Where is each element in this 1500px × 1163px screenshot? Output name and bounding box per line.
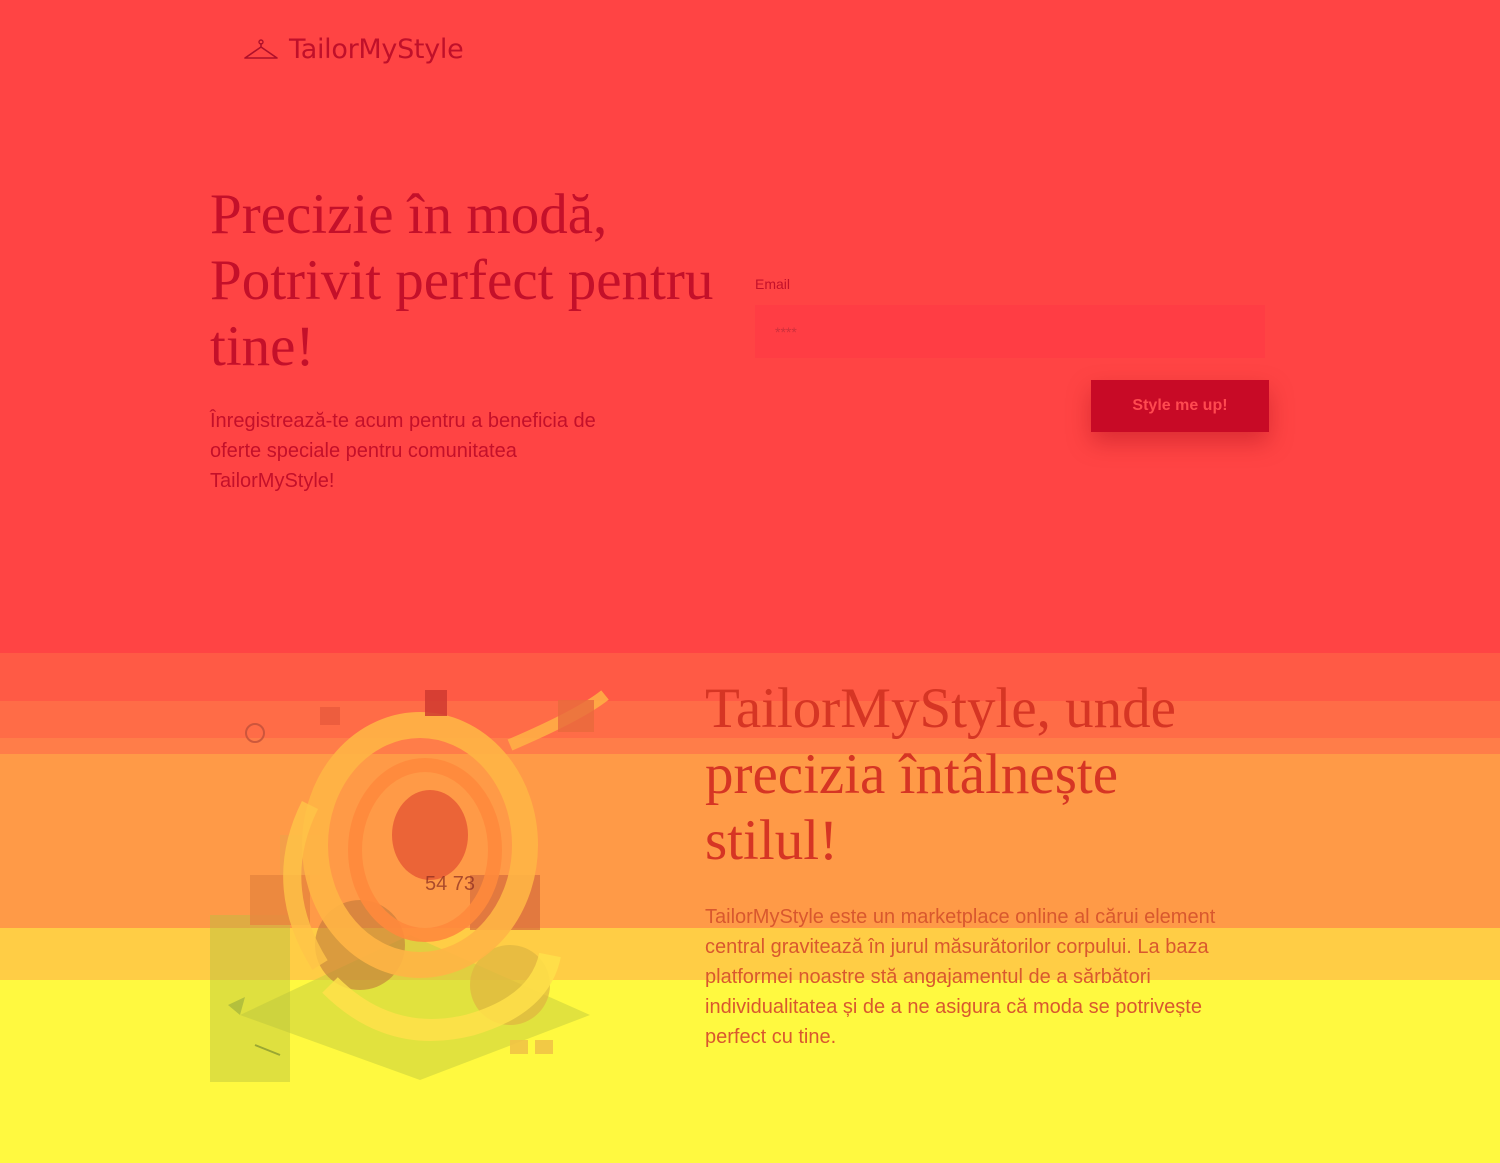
hero-subtitle: Înregistrează-te acum pentru a beneficia… — [210, 410, 596, 492]
measuring-tape-illustration: 54 73 — [210, 685, 615, 1082]
hero-title: Precizie în modă, Potrivit perfect pentr… — [210, 183, 714, 378]
about-title: TailorMyStyle, unde precizia întâlnește … — [705, 677, 1176, 872]
logo-text: TailorMyStyle — [289, 34, 464, 65]
landing-page: TailorMyStyle Precizie în modă, Potrivit… — [0, 0, 1500, 1163]
logo-link[interactable]: TailorMyStyle — [243, 34, 464, 65]
svg-text:54 73: 54 73 — [425, 873, 475, 895]
hanger-icon — [243, 38, 279, 61]
style-me-up-button[interactable]: Style me up! — [1091, 380, 1269, 432]
about-text: TailorMyStyle este un marketplace online… — [705, 906, 1216, 1048]
email-label: Email — [755, 276, 791, 292]
email-field[interactable] — [755, 305, 1265, 358]
